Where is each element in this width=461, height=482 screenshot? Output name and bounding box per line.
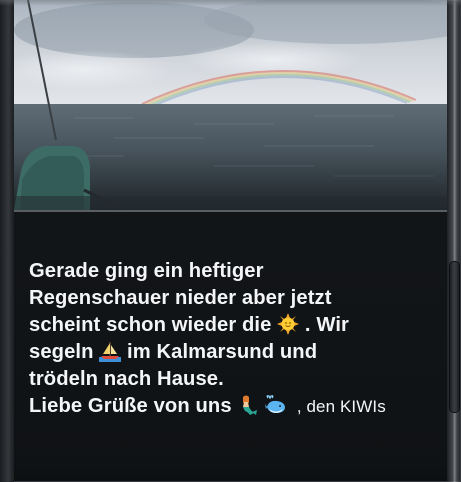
mermaid-icon [237,394,259,416]
sun-icon [277,313,300,335]
signature: , den KIWIs [296,397,386,416]
message-line-3-start: scheint schon wieder die [29,314,272,336]
message-line-4-end: im Kalmarsund und [127,341,318,363]
message-line-6-start: Liebe Grüße von uns [29,395,232,417]
message-card: Gerade ging ein heftiger Regenschauer ni… [0,0,461,482]
message-text: Gerade ging ein heftiger Regenschauer ni… [29,258,439,420]
whale-icon [265,394,287,416]
message-line-1: Gerade ging ein heftiger [29,260,264,282]
scrollbar-thumb[interactable] [450,262,459,412]
message-line-6: Liebe Grüße von uns , den KIWIs [29,393,439,420]
message-line-3-end: . Wir [304,314,349,336]
message-line-2: Regenschauer nieder aber jetzt [29,287,332,309]
sailing-photo [14,0,447,212]
top-frame-edge [0,0,461,6]
sailboat-icon [99,340,122,362]
message-line-4: segeln im Kalmarsund und [29,339,439,366]
message-line-5: trödeln nach Hause. [29,368,224,390]
message-line-4-start: segeln [29,341,94,363]
left-frame-edge [0,0,14,482]
message-line-3: scheint schon wieder die . Wir [29,312,439,339]
